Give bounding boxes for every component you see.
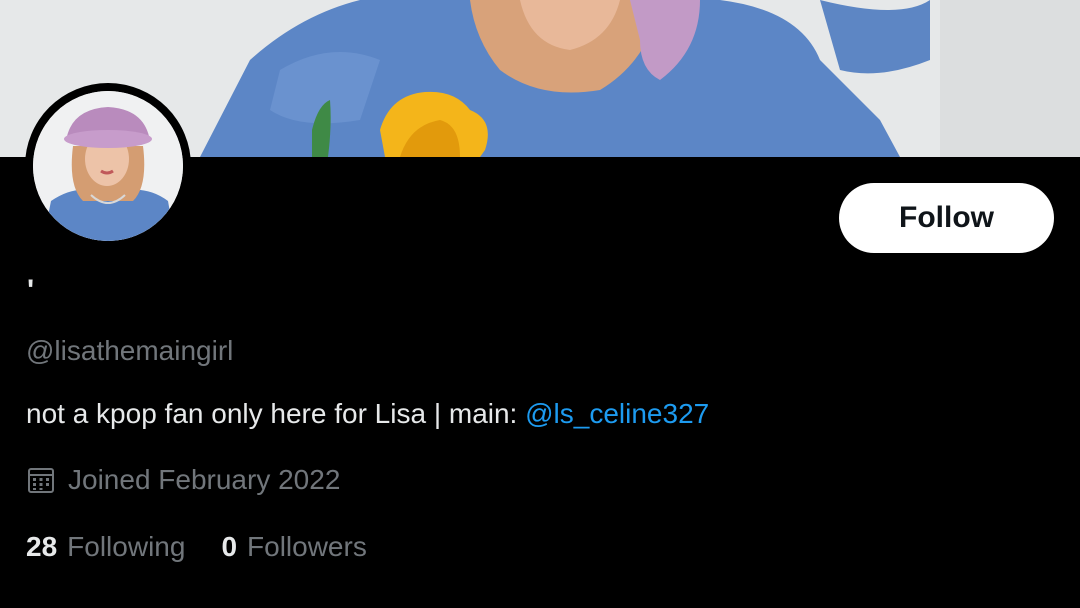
bio: not a kpop fan only here for Lisa | main… xyxy=(26,397,709,431)
followers-count: 0 xyxy=(221,531,238,562)
follow-stats: 28 Following 0 Followers xyxy=(26,530,367,564)
followers-label: Followers xyxy=(247,531,367,562)
display-name: ' xyxy=(27,274,35,307)
followers-link[interactable]: 0 Followers xyxy=(221,530,366,564)
username-handle: @lisathemaingirl xyxy=(26,335,234,366)
join-date-text: Joined February 2022 xyxy=(68,464,341,495)
join-date: Joined February 2022 xyxy=(26,463,340,497)
bio-mention-link[interactable]: @ls_celine327 xyxy=(525,398,709,429)
bio-text: not a kpop fan only here for Lisa | main… xyxy=(26,398,526,429)
calendar-icon xyxy=(26,465,56,495)
following-count: 28 xyxy=(26,531,58,562)
following-label: Following xyxy=(67,531,186,562)
follow-button[interactable]: Follow xyxy=(839,183,1054,253)
avatar-photo xyxy=(33,91,183,241)
following-link[interactable]: 28 Following xyxy=(26,530,185,564)
avatar[interactable] xyxy=(33,91,183,241)
